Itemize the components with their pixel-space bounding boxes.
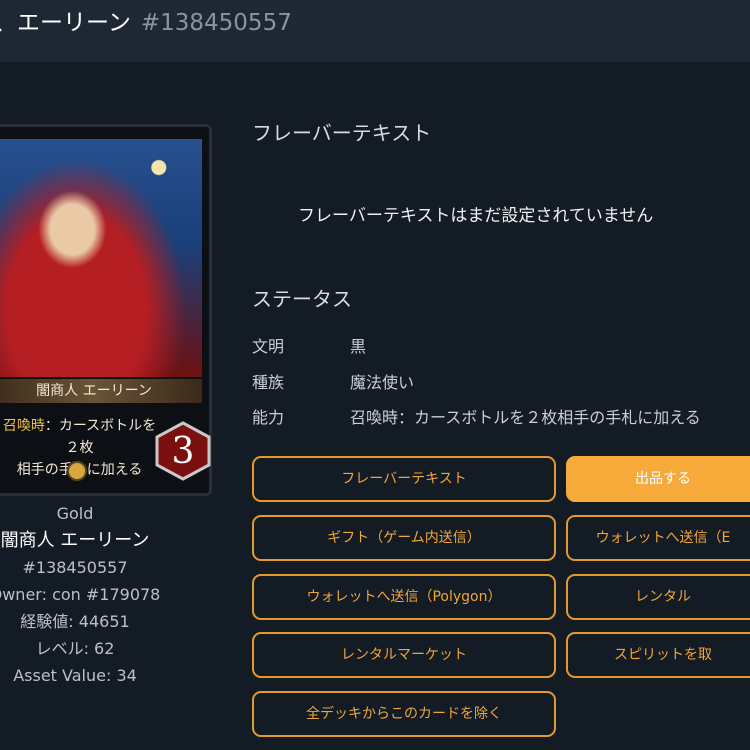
ability-line-1: ：カースボトルを２枚 — [44, 418, 157, 456]
gift-button[interactable]: ギフト（ゲーム内送信） — [252, 515, 556, 561]
card-title: 、エーリーン — [0, 10, 131, 36]
status-label-ability: 能力 — [252, 408, 285, 427]
owner: Owner: con #179078 — [0, 585, 161, 604]
page-title: 、エーリーン #138450557 — [0, 3, 292, 37]
status-value-ability: 召喚時：カースボトルを２枚相手の手札に加える — [350, 408, 701, 427]
gem-icon — [67, 461, 87, 481]
ability-keyword: 召喚時 — [2, 418, 45, 434]
sell-button[interactable]: 出品する — [566, 456, 750, 502]
rental-button[interactable]: レンタル — [566, 574, 750, 620]
card-id: #138450557 — [140, 10, 292, 36]
cost-badge: 3 — [155, 421, 211, 481]
experience: 経験値: 44651 — [20, 612, 130, 631]
status-label-race: 種族 — [252, 373, 285, 392]
remove-from-decks-button[interactable]: 全デッキからこのカードを除く — [252, 691, 556, 737]
flavor-text: フレーバーテキストはまだ設定されていません — [298, 206, 654, 226]
send-to-wallet-polygon-button[interactable]: ウォレットへ送信（Polygon） — [252, 574, 556, 620]
card-artwork — [0, 139, 202, 377]
cost-value: 3 — [171, 431, 195, 472]
status-value-civilization: 黒 — [350, 337, 367, 356]
send-to-wallet-button[interactable]: ウォレットへ送信（E — [566, 515, 750, 561]
card-image: 闇商人 エーリーン 召喚時：カースボトルを２枚 相手の手札に加える 3 — [0, 124, 212, 496]
status-label-civilization: 文明 — [252, 337, 285, 356]
card-name-band: 闇商人 エーリーン — [0, 379, 202, 403]
level: レベル: 62 — [35, 639, 115, 658]
top-bar: 、エーリーン #138450557 — [0, 0, 750, 62]
rental-market-button[interactable]: レンタルマーケット — [252, 632, 556, 678]
status-value-race: 魔法使い — [350, 373, 415, 392]
asset-value: Asset Value: 34 — [13, 666, 137, 685]
card-name: 闇商人 エーリーン — [0, 530, 150, 551]
flavor-heading: フレーバーテキスト — [252, 121, 432, 145]
card-info: Gold 闇商人 エーリーン #138450557 Owner: con #17… — [0, 500, 190, 689]
flavor-text-button[interactable]: フレーバーテキスト — [252, 456, 556, 502]
rarity: Gold — [56, 504, 94, 523]
spirit-button[interactable]: スピリットを取 — [566, 632, 750, 678]
card-serial: #138450557 — [22, 558, 128, 577]
status-heading: ステータス — [252, 287, 352, 311]
